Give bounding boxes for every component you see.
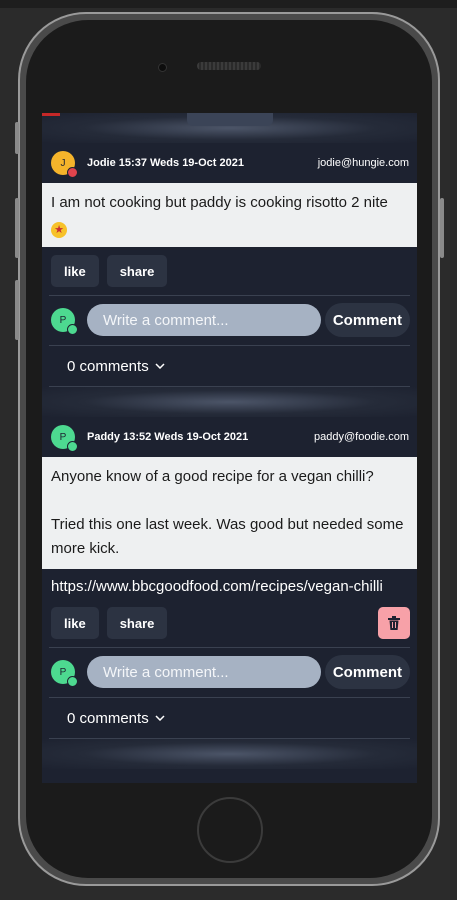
post-meta: Paddy 13:52 Weds 19-Oct 2021 <box>87 431 314 443</box>
phone-side-button-power <box>440 198 444 258</box>
post-body: I am not cooking but paddy is cooking ri… <box>42 183 417 247</box>
front-camera <box>158 63 167 72</box>
comments-toggle[interactable]: 0 comments <box>42 698 417 738</box>
post-time: 13:52 <box>123 431 152 443</box>
post-separator <box>42 739 417 769</box>
avatar-initial: P <box>59 314 67 326</box>
trash-icon <box>388 616 400 630</box>
window-top-strip <box>0 0 457 8</box>
chevron-down-icon <box>155 715 165 721</box>
comments-toggle[interactable]: 0 comments <box>42 346 417 386</box>
post-time: 15:37 <box>118 157 147 169</box>
post-author: Paddy <box>87 431 121 443</box>
comment-avatar: P <box>51 308 78 335</box>
post-meta: Jodie 15:37 Weds 19-Oct 2021 <box>87 157 318 169</box>
comment-button[interactable]: Comment <box>324 303 410 337</box>
phone-side-button-mute <box>15 122 19 154</box>
post-actions: like share <box>42 247 417 295</box>
post-link[interactable]: https://www.bbcgoodfood.com/recipes/vega… <box>42 569 417 599</box>
earpiece-speaker <box>197 62 261 70</box>
post-text: Anyone know of a good recipe for a vegan… <box>51 468 374 485</box>
star-struck-emoji-icon: ★ <box>51 222 67 238</box>
post-header: J Jodie 15:37 Weds 19-Oct 2021 jodie@hun… <box>42 143 417 183</box>
comment-input[interactable] <box>87 304 321 336</box>
avatar-initial: P <box>59 431 67 443</box>
post-header: P Paddy 13:52 Weds 19-Oct 2021 paddy@foo… <box>42 417 417 457</box>
post-email: paddy@foodie.com <box>314 431 409 443</box>
share-button[interactable]: share <box>106 255 168 287</box>
home-button[interactable] <box>197 797 263 863</box>
comments-count: 0 comments <box>67 709 149 727</box>
status-dot <box>67 676 78 687</box>
like-button[interactable]: like <box>51 607 99 639</box>
comments-count: 0 comments <box>67 357 149 375</box>
post-text: I am not cooking but paddy is cooking ri… <box>51 194 388 211</box>
post-body: Anyone know of a good recipe for a vegan… <box>42 457 417 569</box>
post-author: Jodie <box>87 157 116 169</box>
avatar[interactable]: P <box>51 425 78 452</box>
chevron-down-icon <box>155 363 165 369</box>
phone-side-button-volume-up <box>15 198 19 258</box>
comment-input[interactable] <box>87 656 321 688</box>
post-card: J Jodie 15:37 Weds 19-Oct 2021 jodie@hun… <box>42 143 417 387</box>
phone-screen: J Jodie 15:37 Weds 19-Oct 2021 jodie@hun… <box>42 113 417 783</box>
post-text: Tried this one last week. Was good but n… <box>51 516 404 557</box>
post-date: Weds 19-Oct 2021 <box>154 431 249 443</box>
post-separator <box>42 387 417 417</box>
comment-avatar: P <box>51 660 78 687</box>
comment-button[interactable]: Comment <box>324 655 410 689</box>
delete-post-button[interactable] <box>378 607 410 639</box>
avatar-initial: J <box>60 157 66 169</box>
pull-tab[interactable] <box>187 113 273 126</box>
comment-row: P Comment <box>42 648 417 697</box>
post-actions: like share <box>42 599 417 647</box>
status-dot <box>67 167 78 178</box>
share-button[interactable]: share <box>106 607 168 639</box>
phone-side-button-volume-down <box>15 280 19 340</box>
divider <box>49 738 410 739</box>
like-button[interactable]: like <box>51 255 99 287</box>
accent-marker <box>42 113 60 116</box>
status-dot <box>67 324 78 335</box>
comment-row: P Comment <box>42 296 417 345</box>
post-email: jodie@hungie.com <box>317 157 409 169</box>
avatar-initial: P <box>59 666 67 678</box>
status-dot <box>67 441 78 452</box>
divider <box>49 386 410 387</box>
post-card: P Paddy 13:52 Weds 19-Oct 2021 paddy@foo… <box>42 417 417 739</box>
avatar[interactable]: J <box>51 151 78 178</box>
post-date: Weds 19-Oct 2021 <box>150 157 244 169</box>
